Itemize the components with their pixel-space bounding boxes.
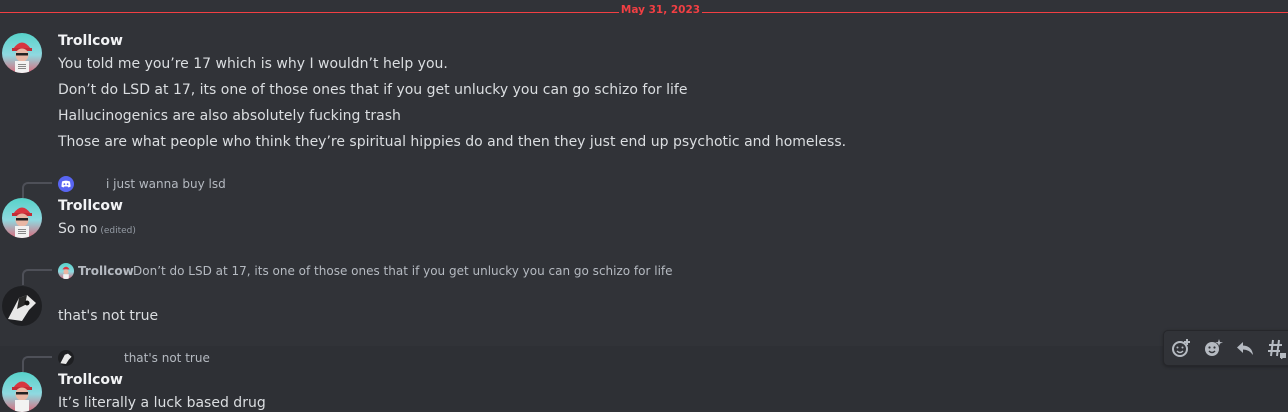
discord-default-avatar-icon[interactable] <box>58 176 74 192</box>
avatar-trollcow-image <box>12 207 32 238</box>
avatar-user-image <box>8 295 36 321</box>
reply-preview-text[interactable]: Don’t do LSD at 17, its one of those one… <box>133 264 673 278</box>
reply-preview-text[interactable]: i just wanna buy lsd <box>106 177 226 191</box>
date-divider: May 31, 2023 <box>0 0 1288 24</box>
message-author[interactable]: Trollcow <box>58 372 123 388</box>
date-divider-label: May 31, 2023 <box>620 4 701 16</box>
avatar-trollcow[interactable] <box>2 198 42 238</box>
edited-label: (edited) <box>100 226 136 236</box>
avatar-trollcow[interactable] <box>2 372 42 412</box>
reply-spine <box>22 269 52 285</box>
message-text: So no <box>58 221 98 237</box>
divider-line-left <box>0 12 619 13</box>
message-action-toolbar <box>1163 330 1288 366</box>
avatar-user-mini[interactable] <box>58 350 74 366</box>
avatar-trollcow[interactable] <box>2 33 42 73</box>
reply-icon[interactable] <box>1234 337 1256 359</box>
message-author[interactable]: Trollcow <box>58 33 123 49</box>
message-author[interactable]: Trollcow <box>58 198 123 214</box>
reply-preview-text[interactable]: that's not true <box>124 351 210 365</box>
reply-author[interactable]: Trollcow <box>78 264 134 278</box>
divider-line-right <box>702 12 1288 13</box>
add-reaction-icon[interactable] <box>1170 337 1192 359</box>
message-line: So no (edited) <box>58 221 136 237</box>
avatar-trollcow-image <box>12 42 32 73</box>
message-text: that's not true <box>58 308 159 324</box>
message-line: Hallucinogenics are also absolutely fuck… <box>58 108 401 124</box>
avatar-trollcow-image <box>12 381 32 412</box>
reply-spine <box>22 356 52 372</box>
message-line: You told me you’re 17 which is why I wou… <box>58 56 448 72</box>
message-line: Those are what people who think they’re … <box>58 134 847 150</box>
avatar-trollcow-mini[interactable] <box>58 263 74 279</box>
message-line: Don’t do LSD at 17, its one of those one… <box>58 82 688 98</box>
avatar-user[interactable] <box>2 286 42 326</box>
reply-spine <box>22 182 52 198</box>
create-thread-icon[interactable] <box>1266 337 1288 360</box>
message-text: It’s literally a luck based drug <box>58 395 266 411</box>
add-super-reaction-icon[interactable] <box>1202 337 1224 359</box>
